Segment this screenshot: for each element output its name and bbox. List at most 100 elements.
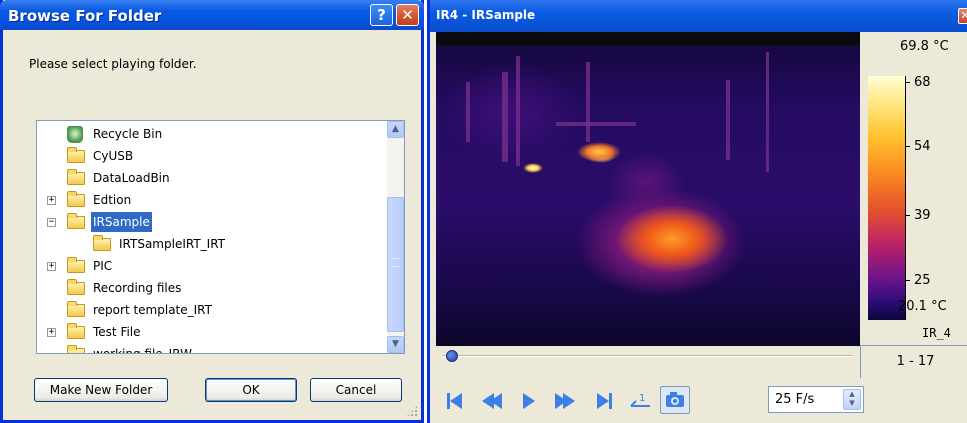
- temperature-scale: 69.8 °C 68 54 39 25 20.1 °C IR_4: [860, 32, 967, 345]
- frame-rate-value: 25 F/s: [775, 392, 815, 407]
- scale-tick-label: 39: [914, 208, 931, 223]
- close-button[interactable]: ✕: [396, 4, 419, 26]
- help-button[interactable]: ?: [370, 4, 393, 26]
- folder-icon: [67, 191, 85, 207]
- tree-item-test-file[interactable]: + Test File: [37, 322, 387, 342]
- camera-icon: [666, 392, 684, 407]
- expand-icon[interactable]: +: [47, 262, 56, 271]
- last-frame-button[interactable]: [597, 390, 612, 412]
- pipe-shape: [516, 56, 520, 166]
- scale-tick: [905, 280, 910, 281]
- pipe-shape: [766, 52, 769, 172]
- tree-scrollbar[interactable]: ▲ ▼: [387, 121, 404, 353]
- thermal-image[interactable]: [436, 32, 860, 346]
- play-icon: [523, 393, 535, 409]
- pipe-shape: [466, 82, 470, 142]
- seek-handle[interactable]: [446, 350, 458, 362]
- tree-item-working-file-irw[interactable]: working file_IRW: [37, 344, 387, 354]
- folder-icon: [93, 235, 111, 251]
- tree-item-label-selected: IRSample: [91, 212, 152, 232]
- tree-item-label: Test File: [93, 325, 141, 339]
- tree-item-label: DataLoadBin: [93, 171, 170, 185]
- folder-icon: [67, 301, 85, 317]
- frame-range: 1 - 17: [860, 345, 967, 378]
- pipe-shape: [586, 62, 590, 142]
- folder-icon: [67, 169, 85, 185]
- scale-max: 69.8 °C: [900, 39, 949, 54]
- tree-item-label: Edtion: [93, 193, 132, 207]
- scroll-down-icon[interactable]: ▼: [387, 336, 404, 353]
- tree-item-dataloadbin[interactable]: DataLoadBin: [37, 168, 387, 188]
- seek-bar[interactable]: [443, 355, 853, 357]
- dialog-title-bar[interactable]: Browse For Folder: [0, 0, 424, 30]
- last-frame-icon-bar: [609, 393, 612, 409]
- scale-tick: [905, 215, 910, 216]
- tree-item-cyusb[interactable]: CyUSB: [37, 146, 387, 166]
- first-frame-icon-arrow: [450, 393, 462, 409]
- scroll-thumb[interactable]: [387, 197, 404, 332]
- tree-item-recycle-bin[interactable]: Recycle Bin: [37, 124, 387, 144]
- recycle-bin-icon: [67, 126, 83, 143]
- fast-forward-icon-arrow: [563, 393, 575, 409]
- tree-item-report-template-irt[interactable]: report template_IRT: [37, 300, 387, 320]
- folder-icon: [67, 279, 85, 295]
- tree-item-label: PIC: [93, 259, 113, 273]
- expand-icon[interactable]: +: [47, 328, 56, 337]
- tree-item-edtion[interactable]: + Edtion: [37, 190, 387, 210]
- folder-icon: [67, 147, 85, 163]
- viewer-title: IR4 - IRSample: [436, 8, 536, 22]
- folder-icon: [67, 257, 85, 273]
- dialog-prompt: Please select playing folder.: [29, 57, 197, 71]
- expand-icon[interactable]: +: [47, 196, 56, 205]
- color-bar: [868, 76, 905, 320]
- scroll-up-icon[interactable]: ▲: [387, 121, 404, 138]
- folder-open-icon: [67, 213, 85, 229]
- scale-tick: [905, 82, 910, 83]
- step-frame-button[interactable]: 1: [628, 390, 652, 412]
- viewer-title-bar[interactable]: IR4 - IRSample: [430, 0, 967, 32]
- pipe-shape: [502, 72, 508, 162]
- scale-tick-label: 25: [914, 273, 931, 288]
- channel-label: IR_4: [922, 326, 951, 340]
- step-frame-icon: 1: [630, 393, 650, 407]
- spinner-arrows-icon[interactable]: ▲ ▼: [843, 389, 861, 410]
- tree-item-label: CyUSB: [93, 149, 134, 163]
- fast-forward-button[interactable]: [555, 390, 575, 412]
- folder-icon: [67, 345, 85, 353]
- tree-item-label: working file_IRW: [93, 347, 192, 354]
- collapse-icon[interactable]: −: [47, 218, 56, 227]
- tree-item-label: report template_IRT: [93, 303, 212, 317]
- viewer-close-button[interactable]: ✕: [958, 8, 967, 24]
- scale-tick-label: 68: [914, 75, 931, 90]
- rewind-icon-arrow: [490, 393, 502, 409]
- tree-item-irsample[interactable]: − IRSample: [37, 212, 387, 232]
- rewind-button[interactable]: [482, 390, 502, 412]
- ir-viewer-window: IR4 - IRSample ✕ 69.8 °C 68 54 39 25 20.…: [427, 0, 967, 423]
- pipe-shape: [726, 80, 730, 160]
- tree-item-irtsampleirt-irt[interactable]: IRTSampleIRT_IRT: [37, 234, 387, 254]
- svg-text:1: 1: [639, 393, 645, 404]
- scale-min: 20.1 °C: [898, 299, 947, 314]
- ok-button[interactable]: OK: [205, 378, 297, 402]
- scale-axis: [905, 76, 906, 320]
- folder-tree[interactable]: Recycle Bin CyUSB DataLoadBin + Edtion −…: [36, 120, 405, 354]
- dialog-title: Browse For Folder: [8, 7, 162, 25]
- pipe-shape: [556, 122, 636, 126]
- frame-rate-spinner[interactable]: 25 F/s ▲ ▼: [768, 386, 864, 413]
- snapshot-button[interactable]: [660, 386, 690, 414]
- last-frame-icon: [597, 393, 609, 409]
- browse-for-folder-dialog: Browse For Folder ? ✕ Please select play…: [0, 0, 424, 423]
- tree-item-pic[interactable]: + PIC: [37, 256, 387, 276]
- tree-item-label: IRTSampleIRT_IRT: [119, 237, 225, 251]
- tree-item-recording-files[interactable]: Recording files: [37, 278, 387, 298]
- scale-tick: [905, 146, 910, 147]
- tree-item-label: Recording files: [93, 281, 182, 295]
- first-frame-button[interactable]: [447, 390, 462, 412]
- resize-grip-icon[interactable]: [406, 405, 418, 417]
- play-button[interactable]: [523, 390, 535, 412]
- cancel-button[interactable]: Cancel: [310, 378, 402, 402]
- scale-tick-label: 54: [914, 139, 931, 154]
- folder-icon: [67, 323, 85, 339]
- tree-item-label: Recycle Bin: [93, 127, 163, 141]
- make-new-folder-button[interactable]: Make New Folder: [34, 378, 168, 402]
